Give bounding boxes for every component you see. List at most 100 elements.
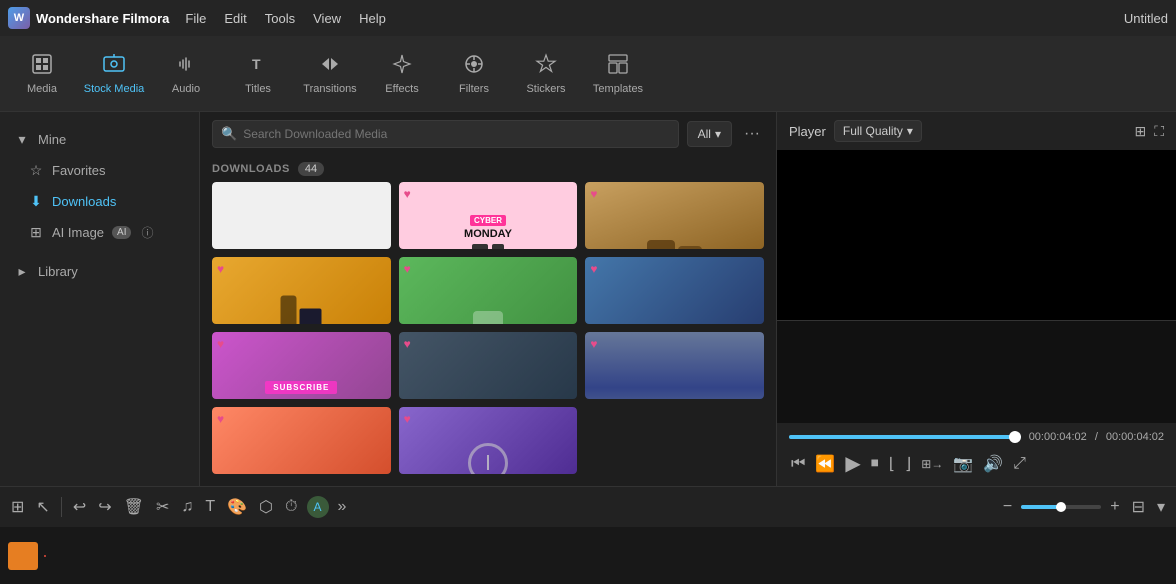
toolbar-transitions[interactable]: Transitions <box>296 40 364 108</box>
volume-button[interactable]: 🔊 <box>981 452 1005 476</box>
stop-button[interactable]: ⏹ <box>869 453 881 475</box>
conf-device <box>300 308 322 324</box>
zoom-in-button[interactable]: + <box>1107 495 1122 519</box>
toolbar-stickers[interactable]: Stickers <box>512 40 580 108</box>
timeline-tracks <box>0 527 1176 584</box>
speed-button[interactable]: ⏱ <box>282 495 300 519</box>
quality-label: Full Quality <box>843 124 903 138</box>
zoom-out-button[interactable]: − <box>1000 495 1015 519</box>
media-item-cyber[interactable]: CYBER MONDAY ♥ + cyber monday concept <box>399 182 578 249</box>
color-button[interactable]: 🎨 <box>224 494 250 520</box>
timeline-toolbar: ⊞ ↖ ↩ ↪ 🗑 ✂ ♫ T 🎨 ⬡ ⏱ A » − + ⊟ ▾ <box>0 487 1176 527</box>
crop-button[interactable]: ✂ <box>153 494 172 520</box>
ai-info-icon: ⓘ <box>141 224 153 241</box>
grid-view-icon[interactable]: ⊞ <box>1134 123 1146 140</box>
more-options-button[interactable]: ··· <box>740 121 764 147</box>
menu-help[interactable]: Help <box>359 11 386 26</box>
menu-edit[interactable]: Edit <box>224 11 246 26</box>
fullscreen-icon[interactable]: ⛶ <box>1154 123 1164 140</box>
zoom-thumb <box>1056 502 1066 512</box>
redo-button[interactable]: ↪ <box>95 494 114 520</box>
fullscreen-player-button[interactable]: ⤢ <box>1011 453 1028 475</box>
mark-out-button[interactable]: ⌋ <box>903 452 913 476</box>
clip-to-timeline-button[interactable]: ⊞→ <box>919 455 945 473</box>
search-box[interactable]: 🔍 <box>212 120 679 148</box>
timeline-select-icon[interactable]: ↖ <box>33 494 52 520</box>
snapshot-button[interactable]: 📷 <box>951 452 975 476</box>
toolbar-transitions-label: Transitions <box>303 83 356 95</box>
toolbar-media[interactable]: Media <box>8 40 76 108</box>
zoom-slider[interactable] <box>1021 505 1101 509</box>
toolbar-stock-media-label: Stock Media <box>84 83 145 95</box>
audio-tl-button[interactable]: ♫ <box>178 495 196 519</box>
heart-icon-extra2: ♥ <box>404 412 411 426</box>
menu-tools[interactable]: Tools <box>265 11 295 26</box>
app-name: Wondershare Filmora <box>36 11 169 26</box>
toolbar-templates-label: Templates <box>593 83 643 95</box>
time-total: 00:00:04:02 <box>1106 431 1164 443</box>
toolbar-stock-media[interactable]: Stock Media <box>80 40 148 108</box>
search-input[interactable] <box>243 127 669 141</box>
more-tl-button[interactable]: » <box>335 495 350 519</box>
progress-bar[interactable] <box>789 435 1021 439</box>
sidebar-item-library[interactable]: ▸ Library <box>0 256 199 287</box>
sidebar-ai-label: AI Image <box>52 225 104 240</box>
menu-view[interactable]: View <box>313 11 341 26</box>
ai-badge: AI <box>112 226 131 239</box>
heart-icon-confident: ♥ <box>217 262 224 276</box>
person1-silhouette <box>647 240 675 249</box>
toolbar-filters[interactable]: Filters <box>440 40 508 108</box>
play-button[interactable]: ▶ <box>843 449 862 478</box>
mask-button[interactable]: ⬡ <box>256 494 276 520</box>
media-item-extra2[interactable]: ♥ <box>399 407 578 474</box>
media-panel: 🔍 All ▾ ··· DOWNLOADS 44 + White <box>200 112 776 486</box>
skip-back-button[interactable]: ⏮ <box>789 453 807 475</box>
media-thumb-extra1: ♥ <box>212 407 391 474</box>
filter-dropdown[interactable]: All ▾ <box>687 121 732 147</box>
media-item-catering[interactable]: ♥ + Catering Food Promo ... <box>399 332 578 399</box>
sidebar-item-mine[interactable]: ▾ Mine <box>0 124 199 155</box>
sidebar-mine-label: Mine <box>38 132 66 147</box>
media-toolbar: 🔍 All ▾ ··· <box>200 112 776 156</box>
toolbar-templates[interactable]: Templates <box>584 40 652 108</box>
sidebar-item-ai-image[interactable]: ⊞ AI Image AI ⓘ <box>0 217 199 248</box>
media-item-extra1[interactable]: ♥ <box>212 407 391 474</box>
text-tl-button[interactable]: T <box>202 495 218 519</box>
delete-button[interactable]: 🗑 <box>121 494 147 520</box>
toolbar-audio[interactable]: Audio <box>152 40 220 108</box>
media-item-confident[interactable]: ♥ + Confident man showi... <box>212 257 391 324</box>
undo-button[interactable]: ↩ <box>70 494 89 520</box>
toolbar-effects[interactable]: Effects <box>368 40 436 108</box>
media-item-happy-woman[interactable]: ♥ + Happy woman, smart... <box>399 257 578 324</box>
timeline-layout-icon[interactable]: ⊞ <box>8 494 27 520</box>
step-back-button[interactable]: ⏪ <box>813 452 837 476</box>
sidebar-favorites-label: Favorites <box>52 163 105 178</box>
media-item-asian-couple[interactable]: ♥ + Asian couple eating T... <box>585 182 764 249</box>
person2-silhouette <box>678 246 702 249</box>
media-item-subscribe[interactable]: SUBSCRIBE ♥ + New Subscription Me... <box>212 332 391 399</box>
timeline-clip[interactable] <box>8 542 38 570</box>
downloads-count-badge: 44 <box>298 162 324 176</box>
more-layout-button[interactable]: ▾ <box>1154 494 1168 520</box>
sidebar-item-downloads[interactable]: ⬇ Downloads <box>0 186 199 217</box>
cyber-icons <box>472 244 504 249</box>
media-item-white[interactable]: + White <box>212 182 391 249</box>
toolbar-stickers-label: Stickers <box>526 83 565 95</box>
clock-face <box>468 443 508 474</box>
layout-tl-icon[interactable]: ⊟ <box>1129 494 1148 520</box>
filter-chevron-icon: ▾ <box>715 127 721 141</box>
mark-in-button[interactable]: ⌊ <box>887 452 897 476</box>
media-thumb-white: + <box>212 182 391 249</box>
quality-dropdown[interactable]: Full Quality ▾ <box>834 120 922 142</box>
media-item-urban[interactable]: ♥ + Urban cityscape <box>585 332 764 399</box>
media-item-man-analysing[interactable]: ♥ + Man analysing data o... <box>585 257 764 324</box>
ai-tl-button[interactable]: A <box>307 496 329 518</box>
menu-items: File Edit Tools View Help <box>185 11 385 26</box>
toolbar-titles[interactable]: T Titles <box>224 40 292 108</box>
effects-icon <box>391 53 413 79</box>
player-buttons: ⏮ ⏪ ▶ ⏹ ⌊ ⌋ ⊞→ 📷 🔊 ⤢ <box>789 449 1164 478</box>
main-content: ▾ Mine ☆ Favorites ⬇ Downloads ⊞ AI Imag… <box>0 112 1176 486</box>
sidebar-item-favorites[interactable]: ☆ Favorites <box>0 155 199 186</box>
heart-icon-asian: ♥ <box>590 187 597 201</box>
menu-file[interactable]: File <box>185 11 206 26</box>
